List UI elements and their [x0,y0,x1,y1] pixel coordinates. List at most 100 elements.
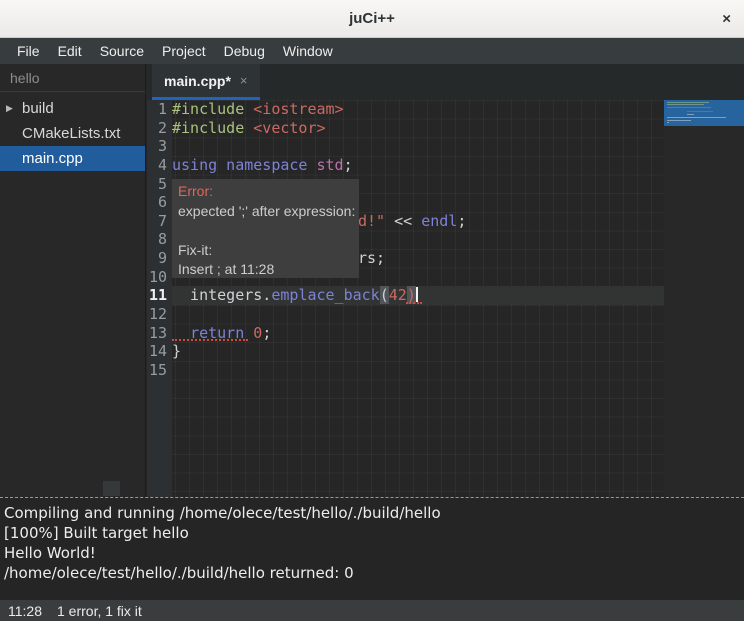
minimap-line-mark [667,120,691,121]
code-line[interactable]: using namespace std; [172,156,664,175]
menu-edit[interactable]: Edit [49,38,91,64]
code-token: d!" [358,212,385,230]
line-number: 10 [147,268,167,287]
error-squiggle [172,339,248,341]
code-line[interactable] [172,361,664,380]
close-icon[interactable]: × [722,10,731,27]
titlebar[interactable]: juCi++ × [0,0,744,38]
code-line[interactable] [172,137,664,156]
window-title: juCi++ [349,10,395,27]
sidebar-item-cmakelists-txt[interactable]: CMakeLists.txt [0,121,145,146]
line-number: 15 [147,361,167,380]
code-token: endl [421,212,457,230]
diagnostics-summary: 1 error, 1 fix it [57,603,142,619]
tooltip-line: expected ';' after expression: [178,202,353,222]
menu-debug[interactable]: Debug [215,38,274,64]
line-number: 13 [147,324,167,343]
line-number: 14 [147,342,167,361]
tooltip-line: Error: [178,182,353,202]
code-token: #include [172,100,253,118]
tooltip-line: Insert ; at 11:28 [178,260,353,280]
line-number: 7 [147,212,167,231]
code-text-area[interactable]: #include <iostream>#include <vector> usin… [172,100,664,497]
line-number: 5 [147,175,167,194]
line-number: 4 [147,156,167,175]
tab-main-cpp[interactable]: main.cpp* × [152,64,260,100]
tab-label: main.cpp* [164,73,231,89]
tooltip-line [178,221,353,241]
line-number: 3 [147,137,167,156]
code-token: using namespace [172,156,317,174]
expander-icon[interactable]: ▶ [6,103,22,114]
line-number: 12 [147,305,167,324]
code-token: rs; [358,249,385,267]
terminal-line: [100%] Built target hello [4,523,740,543]
menu-project[interactable]: Project [153,38,215,64]
minimap[interactable] [664,100,744,497]
editor-pane: main.cpp* × 123456789101112131415 #inclu… [147,64,744,497]
tree-item-label: CMakeLists.txt [22,125,120,142]
code-token: integers. [172,286,271,304]
sidebar-hscrollbar-thumb[interactable] [103,481,120,496]
tree-item-label: build [22,100,54,117]
diagnostic-tooltip: Error:expected ';' after expression: Fix-… [172,179,359,278]
line-number: 6 [147,193,167,212]
code-editor[interactable]: 123456789101112131415 #include <iostream… [147,100,744,497]
line-number: 9 [147,249,167,268]
statusbar: 11:28 1 error, 1 fix it [0,600,744,621]
line-number: 1 [147,100,167,119]
error-squiggle [406,302,422,304]
minimap-viewport[interactable] [664,100,744,126]
cursor-position: 11:28 [8,603,42,619]
code-token: ; [262,324,271,342]
tooltip-line: Fix-it: [178,241,353,261]
code-token: <vector> [253,119,325,137]
minimap-line-mark [667,104,704,105]
minimap-line-mark [687,111,713,112]
line-number: 8 [147,230,167,249]
jucipp-window: juCi++ × FileEditSourceProjectDebugWindo… [0,0,744,621]
tab-close-icon[interactable]: × [240,73,248,88]
code-token: << [385,212,421,230]
main-area: hello ▶build CMakeLists.txt main.cpp main.… [0,64,744,497]
tabbar: main.cpp* × [147,64,744,100]
line-number: 2 [147,119,167,138]
code-token: } [172,342,181,360]
minimap-line-mark [687,114,694,115]
project-name: hello [0,64,145,92]
code-token: ; [344,156,353,174]
menu-source[interactable]: Source [91,38,153,64]
code-token: #include [172,119,253,137]
terminal-line: /home/olece/test/hello/./build/hello ret… [4,563,740,583]
code-token: emplace_back [271,286,379,304]
code-token: std [317,156,344,174]
file-tree-sidebar: hello ▶build CMakeLists.txt main.cpp [0,64,146,497]
code-token: ( [380,286,389,304]
minimap-line-mark [667,117,726,118]
code-token: <iostream> [253,100,343,118]
code-line[interactable] [172,305,664,324]
code-line[interactable]: return 0; [172,324,664,343]
code-token: ; [457,212,466,230]
code-line[interactable]: #include <iostream> [172,100,664,119]
code-line[interactable]: #include <vector> [172,119,664,138]
file-tree: ▶build CMakeLists.txt main.cpp [0,92,145,171]
menubar: FileEditSourceProjectDebugWindow [0,38,744,64]
minimap-line-mark [667,107,711,108]
build-output-panel[interactable]: Compiling and running /home/olece/test/h… [0,497,744,600]
code-token: 0 [253,324,262,342]
code-token: 42 [389,286,407,304]
line-number-gutter: 123456789101112131415 [147,100,172,497]
sidebar-item-main-cpp[interactable]: main.cpp [0,146,145,171]
minimap-line-mark [667,122,669,123]
text-cursor [416,287,418,302]
menu-file[interactable]: File [8,38,49,64]
menu-window[interactable]: Window [274,38,342,64]
line-number: 11 [147,286,167,305]
code-line[interactable]: } [172,342,664,361]
tree-item-label: main.cpp [22,150,83,167]
terminal-line: Hello World! [4,543,740,563]
sidebar-item-build[interactable]: ▶build [0,96,145,121]
code-line[interactable]: integers.emplace_back(42) [172,286,664,305]
terminal-line: Compiling and running /home/olece/test/h… [4,503,740,523]
